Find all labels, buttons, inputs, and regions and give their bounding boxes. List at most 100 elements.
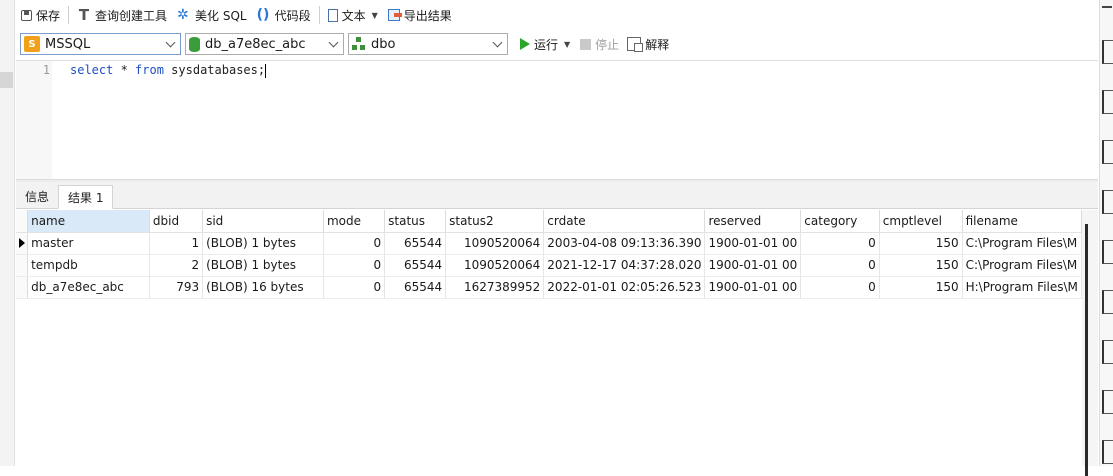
cell[interactable]: 0 bbox=[800, 254, 880, 277]
schema-select[interactable]: dbo bbox=[348, 33, 508, 55]
right-panel-icon[interactable] bbox=[1102, 140, 1113, 164]
beautify-sql-button[interactable]: ✲ 美化 SQL bbox=[172, 3, 252, 27]
cell[interactable]: 65544 bbox=[384, 254, 447, 277]
cell[interactable]: 2022-01-01 02:05:26.523 bbox=[543, 276, 706, 299]
cell[interactable]: 65544 bbox=[384, 276, 447, 299]
tab-result-1[interactable]: 结果 1 bbox=[58, 185, 114, 209]
cell[interactable]: 2021-12-17 04:37:28.020 bbox=[543, 254, 706, 277]
right-panel-icon[interactable] bbox=[1102, 240, 1113, 264]
table-row[interactable]: master 1 (BLOB) 1 bytes 0 65544 10905200… bbox=[16, 232, 1082, 255]
cell[interactable]: master bbox=[27, 232, 150, 255]
tab-info[interactable]: 信息 bbox=[16, 184, 58, 208]
results-grid: name dbid sid mode status status2 crdate… bbox=[16, 210, 1082, 466]
cell[interactable]: 0 bbox=[800, 276, 880, 299]
database-icon bbox=[189, 36, 200, 52]
column-header[interactable]: mode bbox=[323, 210, 386, 233]
cell[interactable]: (BLOB) 1 bytes bbox=[202, 254, 324, 277]
column-header[interactable]: status2 bbox=[445, 210, 545, 233]
cell[interactable]: 1 bbox=[149, 232, 204, 255]
schema-value: dbo bbox=[371, 36, 396, 52]
export-results-button[interactable]: 导出结果 bbox=[383, 3, 457, 27]
cell[interactable]: 150 bbox=[879, 276, 963, 299]
sql-text: * bbox=[113, 63, 136, 77]
table-row[interactable]: db_a7e8ec_abc 793 (BLOB) 16 bytes 0 6554… bbox=[16, 276, 1082, 299]
toolbar-divider bbox=[318, 6, 320, 24]
row-header-corner bbox=[16, 210, 29, 233]
dbms-select[interactable]: S MSSQL bbox=[20, 33, 181, 55]
cell[interactable]: db_a7e8ec_abc bbox=[27, 276, 150, 299]
left-panel-marker bbox=[0, 72, 13, 88]
right-panel-icon[interactable] bbox=[1102, 90, 1113, 114]
cell[interactable]: 0 bbox=[800, 232, 880, 255]
cell[interactable]: 0 bbox=[323, 232, 386, 255]
column-header[interactable]: reserved bbox=[704, 210, 802, 233]
column-header[interactable]: crdate bbox=[543, 210, 706, 233]
cell[interactable]: 1900-01-01 00 bbox=[704, 276, 802, 299]
column-header[interactable]: category bbox=[800, 210, 880, 233]
cell[interactable]: 0 bbox=[323, 254, 386, 277]
cell[interactable]: 1090520064 bbox=[445, 232, 545, 255]
cell[interactable]: 0 bbox=[323, 276, 386, 299]
column-header[interactable]: sid bbox=[202, 210, 324, 233]
column-header[interactable]: dbid bbox=[149, 210, 204, 233]
right-panel-top-icon[interactable] bbox=[1102, 6, 1112, 18]
cell[interactable]: 2 bbox=[149, 254, 204, 277]
cell[interactable]: C:\Program Files\M bbox=[962, 254, 1082, 277]
query-builder-button[interactable]: T 查询创建工具 bbox=[72, 3, 172, 27]
cell[interactable]: 1627389952 bbox=[445, 276, 545, 299]
stop-button[interactable]: 停止 bbox=[580, 33, 619, 55]
code-line[interactable]: select * from sysdatabases; bbox=[70, 63, 267, 78]
results-table: name dbid sid mode status status2 crdate… bbox=[16, 210, 1082, 299]
run-button[interactable]: 运行 ▼ bbox=[520, 33, 570, 55]
cell[interactable]: 793 bbox=[149, 276, 204, 299]
current-row-indicator[interactable] bbox=[16, 232, 29, 255]
sql-keyword: from bbox=[135, 63, 164, 77]
column-header[interactable]: name bbox=[27, 210, 150, 233]
cell[interactable]: 65544 bbox=[384, 232, 447, 255]
row-header[interactable] bbox=[16, 276, 29, 299]
right-panel-icon[interactable] bbox=[1102, 40, 1113, 64]
dropdown-caret-icon: ▼ bbox=[371, 10, 378, 20]
save-icon bbox=[21, 9, 32, 21]
right-panel-icon[interactable] bbox=[1102, 440, 1113, 464]
column-header[interactable]: cmptlevel bbox=[879, 210, 963, 233]
dropdown-caret-icon: ▼ bbox=[564, 39, 571, 49]
right-panel-icon[interactable] bbox=[1102, 190, 1113, 214]
cell[interactable]: (BLOB) 1 bytes bbox=[202, 232, 324, 255]
table-row[interactable]: tempdb 2 (BLOB) 1 bytes 0 65544 10905200… bbox=[16, 254, 1082, 277]
right-panel-icon[interactable] bbox=[1102, 390, 1113, 414]
code-snippet-button[interactable]: () 代码段 bbox=[252, 3, 316, 27]
line-gutter: 1 bbox=[16, 61, 52, 179]
cell[interactable]: 1900-01-01 00 bbox=[704, 232, 802, 255]
cell[interactable]: C:\Program Files\M bbox=[962, 232, 1082, 255]
database-select[interactable]: db_a7e8ec_abc bbox=[185, 33, 344, 55]
text-mode-button[interactable]: 文本 ▼ bbox=[323, 3, 383, 27]
right-panel-icon[interactable] bbox=[1102, 340, 1113, 364]
column-header[interactable]: filename bbox=[962, 210, 1082, 233]
sql-editor[interactable]: 1 select * from sysdatabases; bbox=[16, 60, 1098, 179]
result-tabs: 信息 结果 1 bbox=[16, 182, 1098, 209]
query-builder-label: 查询创建工具 bbox=[95, 8, 168, 23]
cell[interactable]: 150 bbox=[879, 232, 963, 255]
scrollbar-thumb[interactable] bbox=[1085, 224, 1088, 476]
stop-icon bbox=[580, 38, 592, 50]
schema-icon bbox=[352, 37, 366, 51]
connection-toolbar: S MSSQL db_a7e8ec_abc dbo 运行 ▼ 停止 解释 bbox=[20, 32, 669, 56]
cell[interactable]: 2003-04-08 09:13:36.390 bbox=[543, 232, 706, 255]
explain-button[interactable]: 解释 bbox=[627, 33, 669, 55]
code-snippet-label: 代码段 bbox=[274, 8, 311, 23]
toolbar-divider bbox=[68, 6, 70, 24]
save-button[interactable]: 保存 bbox=[16, 3, 65, 27]
cell[interactable]: (BLOB) 16 bytes bbox=[202, 276, 324, 299]
right-panel-icon[interactable] bbox=[1102, 290, 1113, 314]
cell[interactable]: tempdb bbox=[27, 254, 150, 277]
parentheses-icon: () bbox=[256, 7, 270, 23]
row-header[interactable] bbox=[16, 254, 29, 277]
cell[interactable]: H:\Program Files\M bbox=[962, 276, 1082, 299]
cell[interactable]: 1900-01-01 00 bbox=[704, 254, 802, 277]
grid-vertical-scrollbar[interactable] bbox=[1082, 210, 1098, 476]
sql-text: sysdatabases; bbox=[163, 63, 266, 77]
column-header[interactable]: status bbox=[384, 210, 447, 233]
cell[interactable]: 150 bbox=[879, 254, 963, 277]
cell[interactable]: 1090520064 bbox=[445, 254, 545, 277]
